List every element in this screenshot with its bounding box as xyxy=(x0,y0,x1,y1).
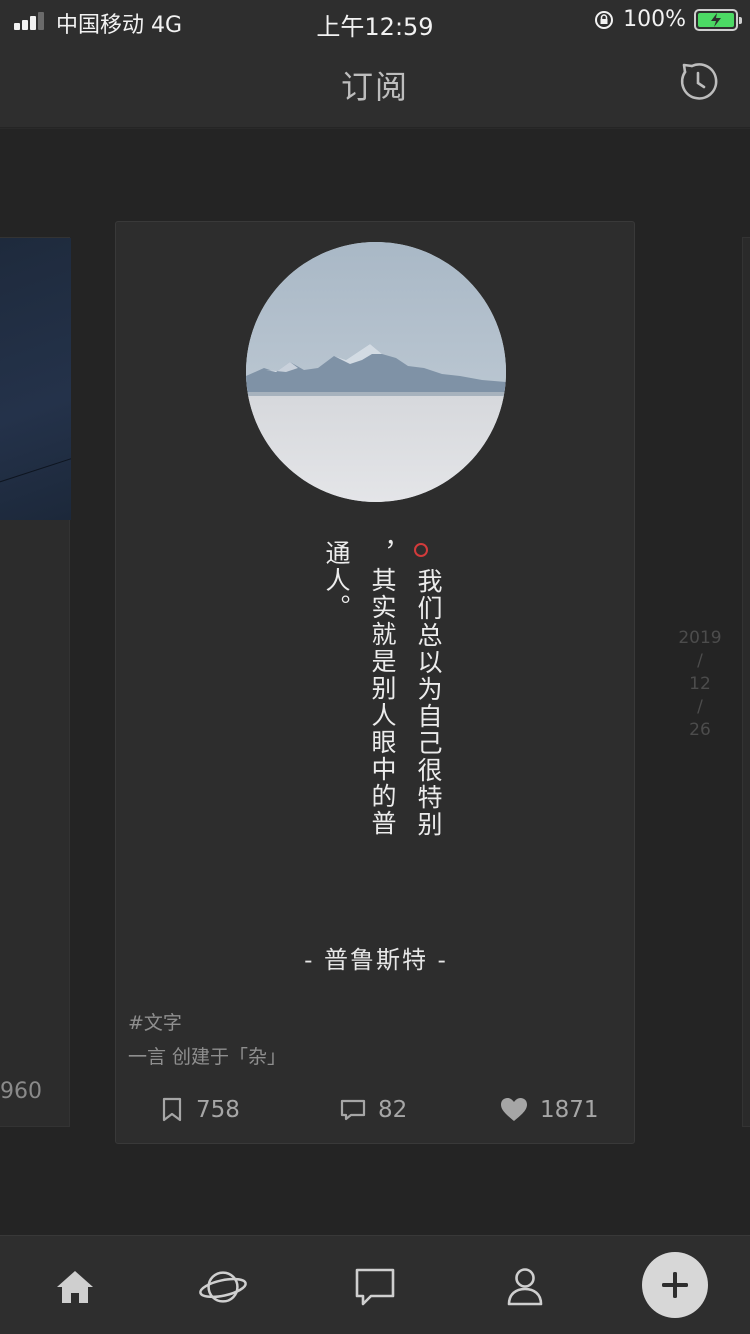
status-bar: 中国移动 4G 上午12:59 100% xyxy=(0,0,750,44)
like-count: 1871 xyxy=(540,1097,599,1123)
nav-bar: 订阅 xyxy=(0,44,750,128)
page-title: 订阅 xyxy=(340,68,409,106)
next-card[interactable] xyxy=(742,237,750,1127)
tab-messages[interactable] xyxy=(350,1262,400,1312)
battery-icon xyxy=(694,8,742,31)
quote-mark-icon xyxy=(414,543,428,557)
bookmark-button[interactable]: 758 xyxy=(160,1092,240,1128)
like-button[interactable]: 1871 xyxy=(500,1092,599,1128)
home-icon xyxy=(57,1271,93,1303)
bookmark-count: 758 xyxy=(196,1097,240,1123)
date-month: 12 xyxy=(689,674,711,694)
quote-line: 我们总以为自己很特别 xyxy=(414,568,443,838)
chat-bubble-icon xyxy=(355,1268,395,1306)
tab-explore[interactable] xyxy=(198,1262,248,1312)
date-sep: / xyxy=(697,697,703,717)
feed-area[interactable]: 960 2019 / 12 / 26 我们总以为自己很特别 ，其实就是别人眼中的… xyxy=(0,129,750,1235)
tab-bar xyxy=(0,1235,750,1334)
comment-button[interactable]: 82 xyxy=(340,1092,407,1128)
bookmark-icon xyxy=(162,1097,182,1122)
user-icon xyxy=(507,1268,543,1306)
quote-author: - 普鲁斯特 - xyxy=(304,946,448,974)
quote-line: ，其实就是别人眼中的普 xyxy=(368,540,397,837)
comment-count: 82 xyxy=(378,1097,408,1123)
planet-icon xyxy=(199,1271,247,1303)
tab-profile[interactable] xyxy=(500,1262,550,1312)
status-right: 100% xyxy=(593,7,742,32)
date-day: 26 xyxy=(689,720,711,740)
card-stats: 758 82 1871 xyxy=(116,1092,636,1128)
battery-percent: 100% xyxy=(623,7,686,32)
landscape-photo xyxy=(246,242,506,502)
history-clock-icon[interactable] xyxy=(676,60,720,104)
rotation-lock-icon xyxy=(595,10,614,29)
date-sep: / xyxy=(697,651,703,671)
create-button[interactable] xyxy=(642,1252,708,1318)
heart-icon xyxy=(501,1098,527,1121)
creator-info[interactable]: 一言 创建于「杂」 xyxy=(128,1042,286,1069)
quote-line: 通人。 xyxy=(322,540,351,621)
tab-home[interactable] xyxy=(50,1262,100,1312)
date-year: 2019 xyxy=(678,628,722,648)
prev-card-image xyxy=(0,238,71,520)
card-date: 2019 / 12 / 26 xyxy=(670,627,730,742)
prev-card-count: 960 xyxy=(0,1079,42,1104)
quote-card[interactable]: 我们总以为自己很特别 ，其实就是别人眼中的普 通人。 - 普鲁斯特 - #文字 … xyxy=(115,221,635,1144)
prev-card[interactable] xyxy=(0,237,71,1127)
plus-icon xyxy=(662,1272,688,1298)
topic-tag[interactable]: #文字 xyxy=(128,1008,182,1035)
comment-icon xyxy=(340,1099,366,1121)
